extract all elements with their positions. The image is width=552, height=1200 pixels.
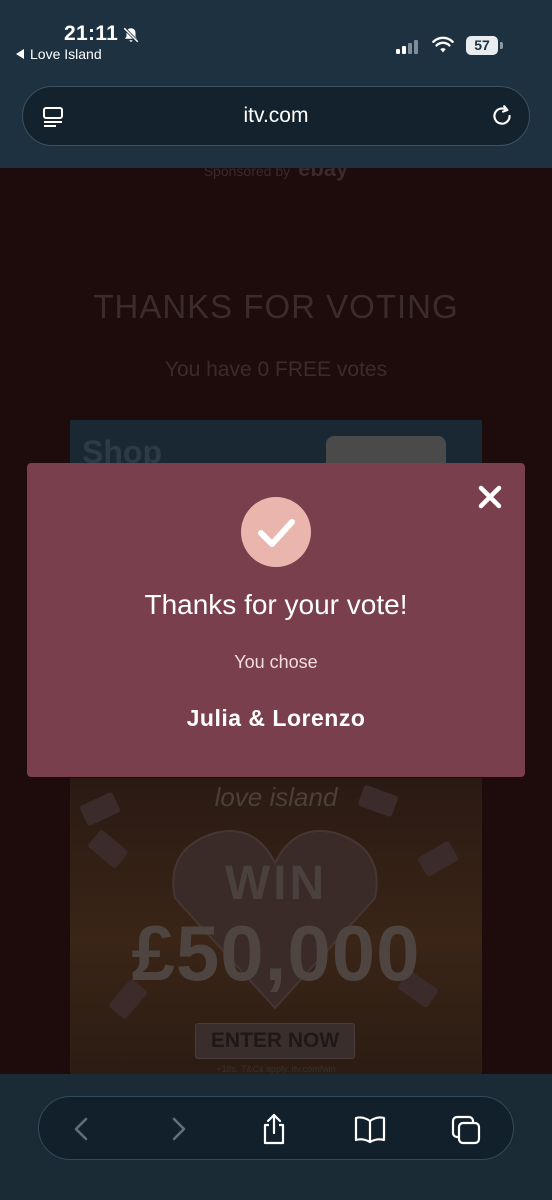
enter-now-button[interactable]: ENTER NOW (195, 1023, 355, 1059)
back-to-app-link[interactable]: Love Island (16, 46, 102, 62)
share-icon[interactable] (257, 1113, 291, 1145)
page-title: THANKS FOR VOTING (93, 288, 459, 325)
checkmark-icon (258, 519, 295, 547)
modal-title: Thanks for your vote! (144, 589, 408, 620)
ad-prize-amount: £50,000 (131, 909, 421, 997)
forward-arrow-icon[interactable] (161, 1113, 195, 1145)
ad-headline: WIN (224, 857, 328, 910)
modal-subtitle: You chose (234, 652, 318, 672)
browser-toolbar (38, 1096, 514, 1160)
status-time: 21:11 (64, 22, 119, 45)
sponsor-prefix: Sponsored by (203, 168, 291, 179)
battery-icon: 57 (466, 36, 498, 55)
browser-top-chrome: 21:11 Love Island 57 itv.com (0, 0, 552, 168)
bell-slash-icon (123, 27, 139, 43)
browser-bottom-chrome (0, 1074, 552, 1200)
success-badge (241, 497, 311, 567)
back-app-label: Love Island (30, 46, 102, 62)
chosen-couple: Julia & Lorenzo (186, 705, 366, 731)
url-text[interactable]: itv.com (23, 104, 529, 128)
wifi-icon (432, 36, 454, 53)
free-votes-text: You have 0 FREE votes (164, 358, 388, 381)
address-bar[interactable]: itv.com (22, 86, 530, 146)
back-triangle-icon (16, 49, 24, 59)
sponsor-banner: Sponsored by ebay (0, 168, 552, 182)
battery-cap (500, 42, 503, 49)
reload-icon[interactable] (489, 103, 515, 129)
win-ad-banner[interactable]: love island WIN £50,000 ENTER NOW +18s. … (70, 778, 482, 1074)
status-bar: 21:11 Love Island 57 (0, 20, 552, 68)
ad-terms: +18s. T&Cs apply. itv.com/win (216, 1064, 336, 1074)
bookmarks-icon[interactable] (353, 1113, 387, 1145)
sponsor-brand: ebay (298, 168, 349, 181)
tabs-icon[interactable] (449, 1113, 483, 1145)
cellular-signal-icon (396, 40, 420, 54)
ad-logo: love island (214, 782, 338, 812)
close-icon[interactable] (476, 483, 504, 511)
vote-confirmation-modal: Thanks for your vote! You chose Julia & … (27, 463, 525, 777)
back-arrow-icon[interactable] (65, 1113, 99, 1145)
